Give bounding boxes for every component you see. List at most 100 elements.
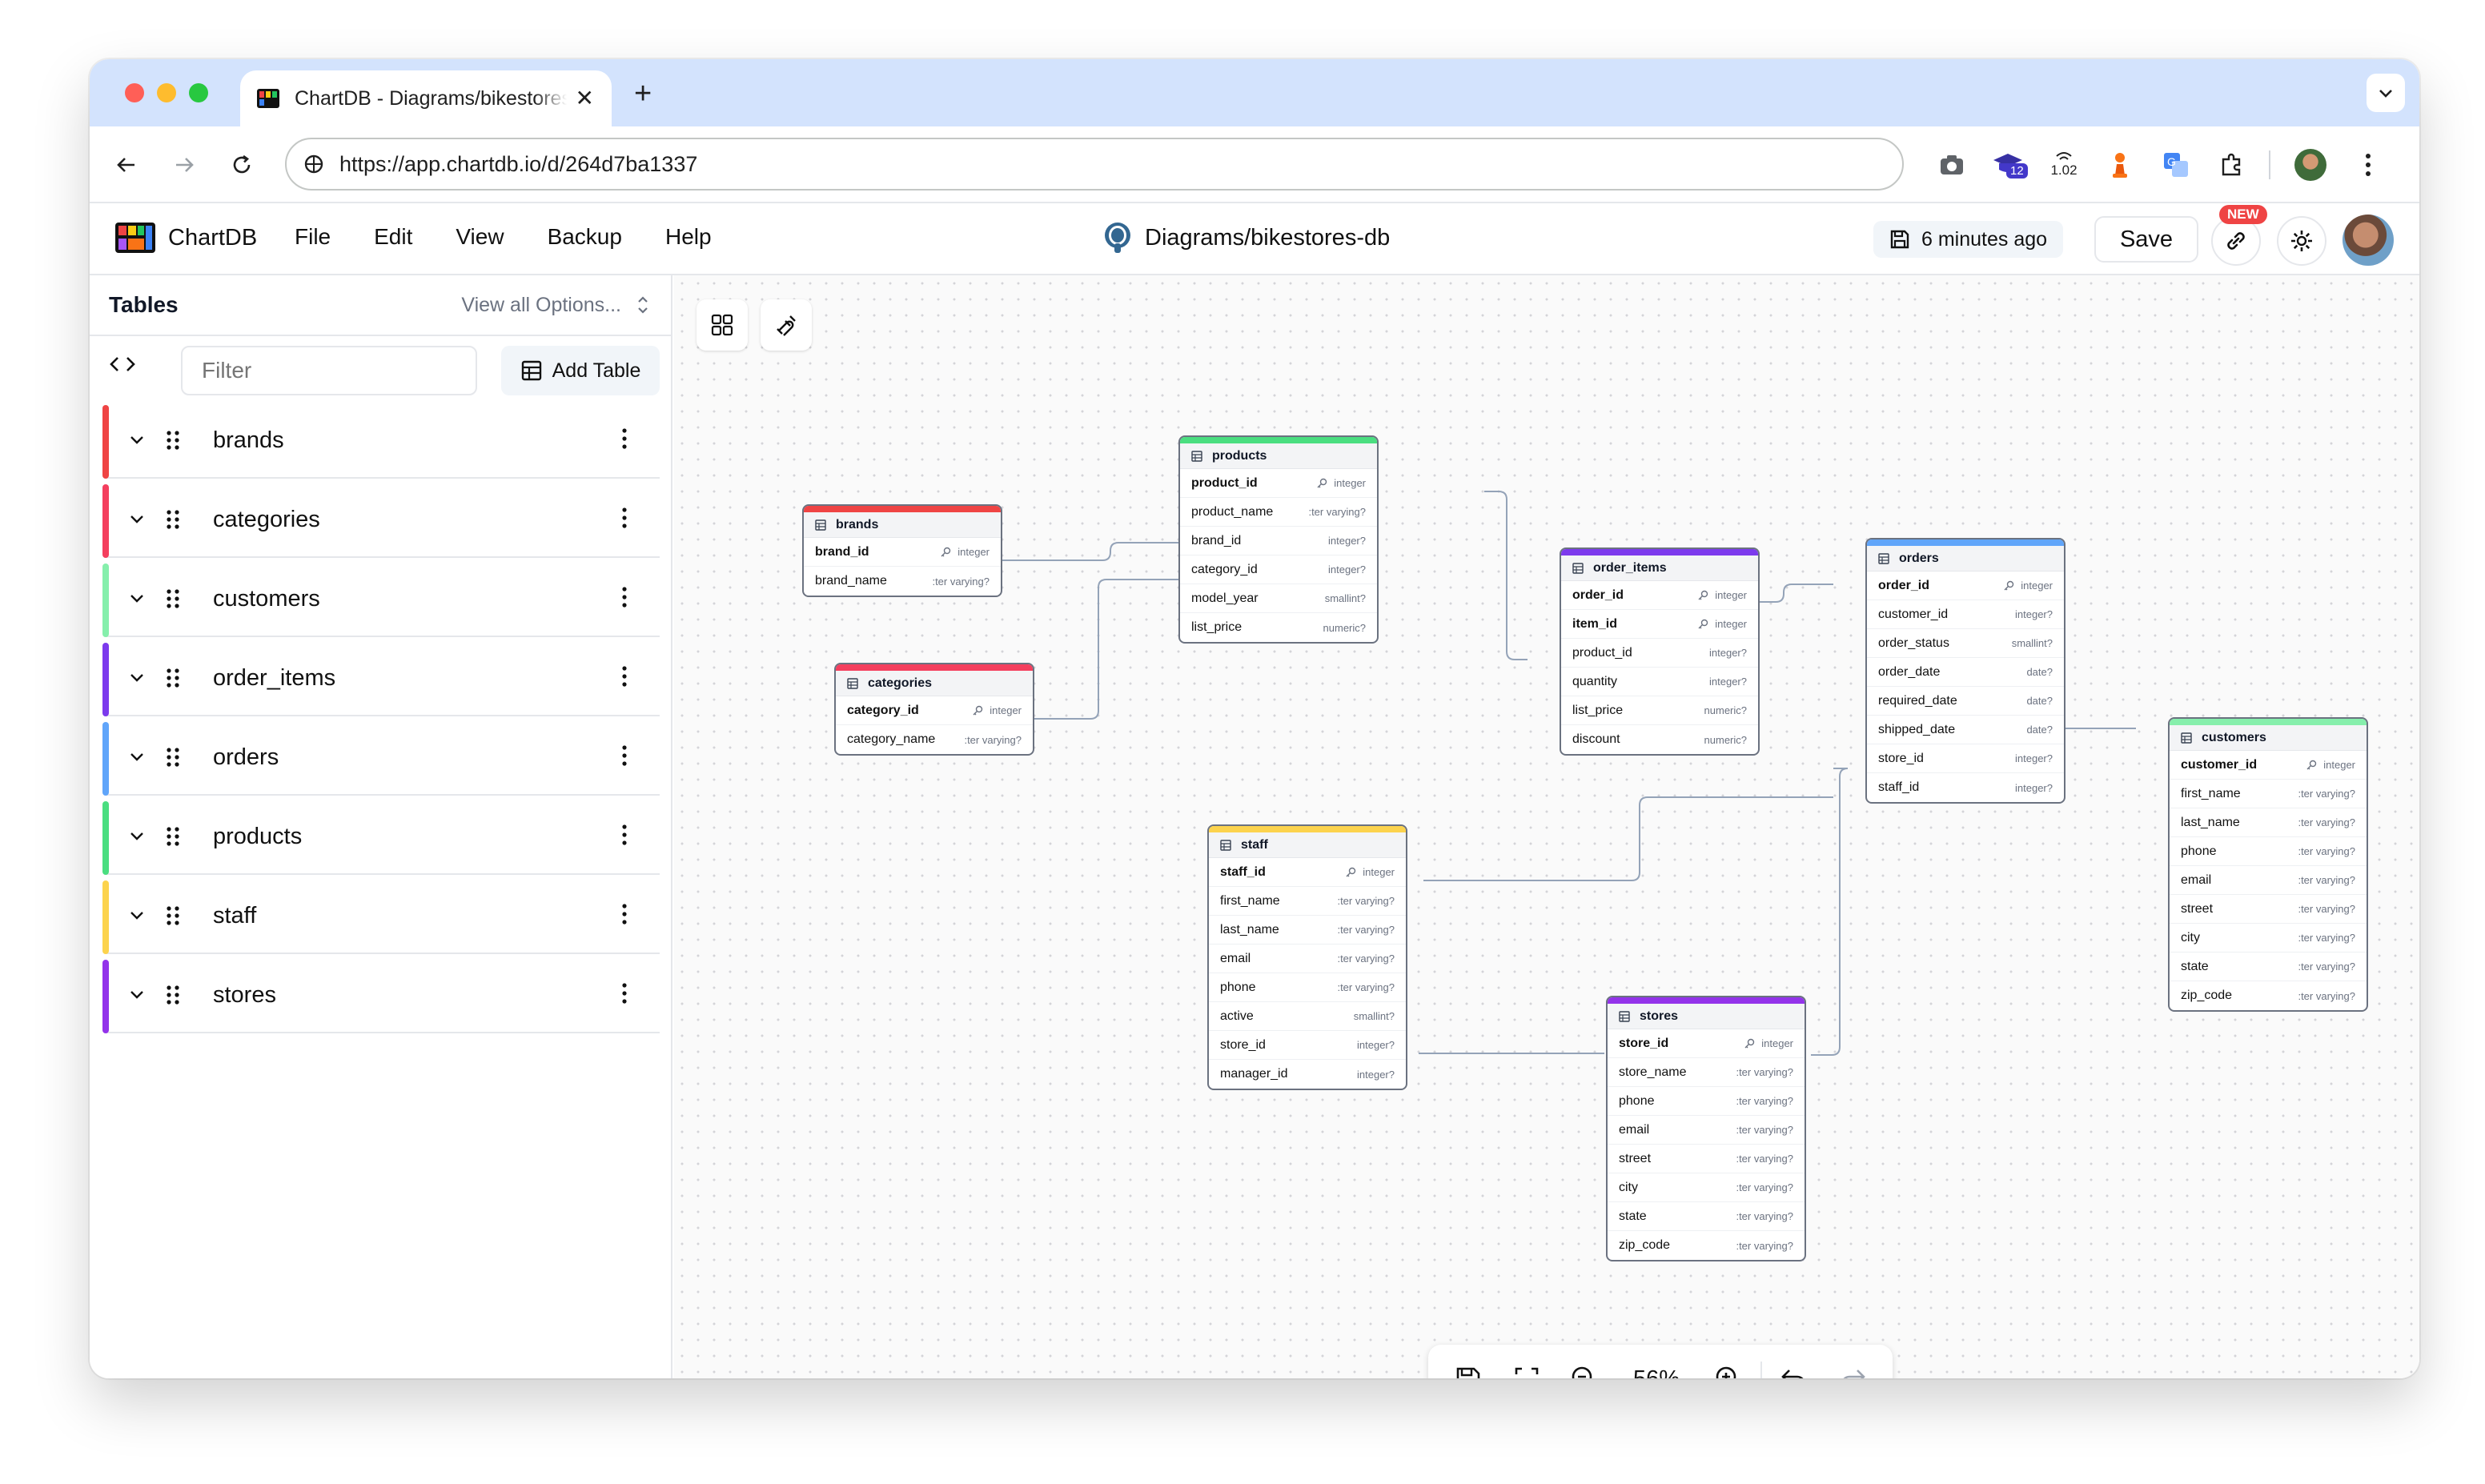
table-field-row[interactable]: city:ter varying? xyxy=(1608,1173,1805,1202)
table-node-brands[interactable]: brands brand_id integer brand_name:ter vary… xyxy=(802,504,1002,597)
close-window-button[interactable] xyxy=(125,83,144,102)
diagram-title[interactable]: Diagrams/bikestores-db xyxy=(1102,221,1390,255)
sidebar-table-order-items[interactable]: order_items xyxy=(102,643,660,716)
table-node-order-items[interactable]: order_items order_id integer item_id integer… xyxy=(1560,547,1760,756)
zoom-in-button[interactable] xyxy=(1700,1355,1757,1378)
table-node-header[interactable]: order_items xyxy=(1561,555,1758,581)
table-field-row[interactable]: required_date date? xyxy=(1867,687,2064,716)
extensions-button[interactable] xyxy=(2211,144,2253,186)
table-field-row[interactable]: email:ter varying? xyxy=(1209,945,1406,973)
address-bar[interactable]: https://app.chartdb.io/d/264d7ba1337 xyxy=(285,138,1904,191)
save-button[interactable]: Save xyxy=(2094,216,2198,263)
table-field-row[interactable]: street:ter varying? xyxy=(1608,1145,1805,1173)
tab-search-button[interactable] xyxy=(2367,74,2405,112)
table-field-row[interactable]: order_status smallint? xyxy=(1867,629,2064,658)
table-actions-icon[interactable] xyxy=(621,744,628,771)
fit-view-button[interactable] xyxy=(1497,1355,1555,1378)
table-node-orders[interactable]: orders order_id integer customer_id integer?… xyxy=(1865,538,2065,804)
table-field-row[interactable]: list_price numeric? xyxy=(1561,696,1758,725)
table-field-row[interactable]: discount numeric? xyxy=(1561,725,1758,754)
browser-tab[interactable]: ChartDB - Diagrams/bikestores-db ✕ xyxy=(240,70,612,126)
save-diagram-button[interactable] xyxy=(1439,1355,1497,1378)
url-text[interactable]: https://app.chartdb.io/d/264d7ba1337 xyxy=(339,152,697,177)
translate-extension-button[interactable]: G xyxy=(2155,144,2197,186)
menu-help[interactable]: Help xyxy=(665,224,712,250)
table-actions-icon[interactable] xyxy=(621,982,628,1009)
table-field-row[interactable]: staff_id integer? xyxy=(1867,773,2064,802)
sidebar-table-products[interactable]: products xyxy=(102,801,660,875)
chevron-down-icon[interactable] xyxy=(126,984,147,1009)
minimize-window-button[interactable] xyxy=(157,83,176,102)
table-node-staff[interactable]: staff staff_id integer first_name:ter varyi… xyxy=(1207,824,1407,1090)
chevron-down-icon[interactable] xyxy=(126,508,147,533)
drag-handle-icon[interactable] xyxy=(165,429,181,455)
table-field-row[interactable]: street:ter varying? xyxy=(2170,895,2367,924)
chevron-down-icon[interactable] xyxy=(126,429,147,454)
table-field-row[interactable]: store_name:ter varying? xyxy=(1608,1058,1805,1087)
table-field-row[interactable]: order_id integer xyxy=(1867,572,2064,600)
table-node-header[interactable]: customers xyxy=(2170,725,2367,751)
table-field-row[interactable]: active smallint? xyxy=(1209,1002,1406,1031)
chevron-down-icon[interactable] xyxy=(126,825,147,850)
table-field-row[interactable]: list_price numeric? xyxy=(1180,613,1377,642)
table-actions-icon[interactable] xyxy=(621,427,628,454)
sidebar-table-orders[interactable]: orders xyxy=(102,722,660,796)
table-field-row[interactable]: quantity integer? xyxy=(1561,668,1758,696)
table-node-header[interactable]: products xyxy=(1180,443,1377,469)
chevron-down-icon[interactable] xyxy=(126,588,147,612)
table-field-row[interactable]: brand_id integer? xyxy=(1180,527,1377,555)
drag-handle-icon[interactable] xyxy=(165,825,181,852)
forward-button[interactable] xyxy=(165,146,203,184)
diagram-canvas[interactable]: brands brand_id integer brand_name:ter vary… xyxy=(674,275,2419,1378)
table-field-row[interactable]: order_id integer xyxy=(1561,581,1758,610)
table-field-row[interactable]: store_id integer? xyxy=(1209,1031,1406,1060)
table-field-row[interactable]: staff_id integer xyxy=(1209,858,1406,887)
table-field-row[interactable]: item_id integer xyxy=(1561,610,1758,639)
table-field-row[interactable]: email:ter varying? xyxy=(1608,1116,1805,1145)
menu-file[interactable]: File xyxy=(295,224,331,250)
table-field-row[interactable]: email:ter varying? xyxy=(2170,866,2367,895)
maximize-window-button[interactable] xyxy=(189,83,208,102)
table-actions-icon[interactable] xyxy=(621,824,628,850)
undo-button[interactable] xyxy=(1765,1355,1823,1378)
table-field-row[interactable]: category_name:ter varying? xyxy=(836,725,1033,754)
sidebar-table-staff[interactable]: staff xyxy=(102,880,660,954)
table-node-stores[interactable]: stores store_id integer store_name:ter vary… xyxy=(1606,996,1806,1261)
drag-handle-icon[interactable] xyxy=(165,588,181,614)
table-field-row[interactable]: store_id integer xyxy=(1608,1029,1805,1058)
menu-view[interactable]: View xyxy=(456,224,504,250)
table-node-customers[interactable]: customers customer_id integer first_name:te… xyxy=(2168,717,2368,1012)
chevron-down-icon[interactable] xyxy=(126,904,147,929)
table-field-row[interactable]: manager_id integer? xyxy=(1209,1060,1406,1089)
table-field-row[interactable]: product_name:ter varying? xyxy=(1180,498,1377,527)
table-field-row[interactable]: zip_code:ter varying? xyxy=(2170,981,2367,1010)
add-table-button[interactable]: Add Table xyxy=(501,346,660,395)
table-node-header[interactable]: stores xyxy=(1608,1004,1805,1029)
table-field-row[interactable]: state:ter varying? xyxy=(1608,1202,1805,1231)
table-field-row[interactable]: first_name:ter varying? xyxy=(1209,887,1406,916)
filter-input[interactable] xyxy=(181,346,477,395)
chevron-down-icon[interactable] xyxy=(126,746,147,771)
drag-handle-icon[interactable] xyxy=(165,904,181,931)
table-node-categories[interactable]: categories category_id integer category_nam… xyxy=(834,663,1034,756)
sidebar-table-categories[interactable]: categories xyxy=(102,484,660,558)
table-field-row[interactable]: category_id integer xyxy=(836,696,1033,725)
table-field-row[interactable]: state:ter varying? xyxy=(2170,953,2367,981)
table-field-row[interactable]: city:ter varying? xyxy=(2170,924,2367,953)
table-field-row[interactable]: product_id integer? xyxy=(1561,639,1758,668)
chevron-down-icon[interactable] xyxy=(126,667,147,692)
sidebar-table-customers[interactable]: customers xyxy=(102,564,660,637)
table-node-header[interactable]: staff xyxy=(1209,832,1406,858)
tab-close-icon[interactable]: ✕ xyxy=(576,85,594,111)
reload-button[interactable] xyxy=(223,146,261,184)
table-field-row[interactable]: store_id integer? xyxy=(1867,744,2064,773)
site-info-icon[interactable] xyxy=(303,153,325,175)
table-field-row[interactable]: last_name:ter varying? xyxy=(1209,916,1406,945)
table-field-row[interactable]: model_year smallint? xyxy=(1180,584,1377,613)
zoom-out-button[interactable] xyxy=(1556,1355,1613,1378)
table-actions-icon[interactable] xyxy=(621,586,628,612)
settings-button[interactable] xyxy=(2277,216,2326,266)
table-field-row[interactable]: phone:ter varying? xyxy=(1608,1087,1805,1116)
screenshot-extension-button[interactable] xyxy=(1931,144,1973,186)
graduation-extension-button[interactable]: 12 xyxy=(1987,144,2029,186)
